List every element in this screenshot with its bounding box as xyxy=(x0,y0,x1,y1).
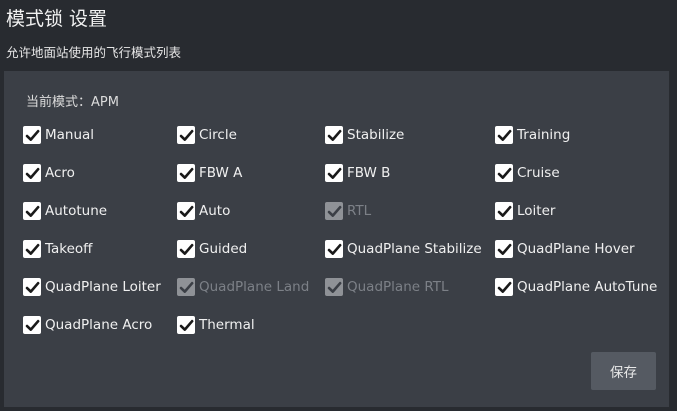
check-mark-icon xyxy=(179,129,193,141)
check-mark-icon xyxy=(497,243,511,255)
mode-checkbox-quadplane-acro[interactable]: QuadPlane Acro xyxy=(23,314,152,336)
mode-label: Guided xyxy=(199,241,248,257)
checkbox-icon xyxy=(177,164,195,182)
mode-checkbox-stabilize[interactable]: Stabilize xyxy=(325,124,404,146)
mode-checkbox-thermal[interactable]: Thermal xyxy=(177,314,255,336)
mode-label: QuadPlane Land xyxy=(199,279,310,295)
mode-label: QuadPlane Stabilize xyxy=(347,241,482,257)
checkbox-icon xyxy=(23,202,41,220)
mode-checkbox-quadplane-land: QuadPlane Land xyxy=(177,276,309,298)
check-mark-icon xyxy=(25,281,39,293)
checkbox-icon xyxy=(325,240,343,258)
mode-checkbox-circle[interactable]: Circle xyxy=(177,124,237,146)
checkbox-icon xyxy=(325,164,343,182)
mode-checkbox-takeoff[interactable]: Takeoff xyxy=(23,238,93,260)
check-mark-icon xyxy=(25,319,39,331)
check-mark-icon xyxy=(25,243,39,255)
check-mark-icon xyxy=(179,281,193,293)
check-mark-icon xyxy=(179,205,193,217)
mode-checkbox-acro[interactable]: Acro xyxy=(23,162,75,184)
check-mark-icon xyxy=(327,167,341,179)
mode-label: QuadPlane RTL xyxy=(347,279,449,295)
mode-label: Thermal xyxy=(199,317,255,333)
checkbox-icon xyxy=(23,240,41,258)
checkbox-icon xyxy=(495,164,513,182)
checkbox-icon xyxy=(177,278,195,296)
mode-label: Loiter xyxy=(517,203,556,219)
checkbox-icon xyxy=(325,278,343,296)
mode-label: Acro xyxy=(45,165,75,181)
mode-checkbox-guided[interactable]: Guided xyxy=(177,238,247,260)
mode-checkbox-quadplane-stabilize[interactable]: QuadPlane Stabilize xyxy=(325,238,482,260)
mode-checkbox-quadplane-rtl: QuadPlane RTL xyxy=(325,276,449,298)
mode-label: Auto xyxy=(199,203,231,219)
check-mark-icon xyxy=(497,205,511,217)
mode-panel: 当前模式：APM Manual Circle Stabilize Training Ac… xyxy=(4,71,669,407)
mode-checkbox-loiter[interactable]: Loiter xyxy=(495,200,555,222)
checkbox-icon xyxy=(495,278,513,296)
mode-label: QuadPlane AutoTune xyxy=(517,279,658,295)
checkbox-icon xyxy=(23,126,41,144)
check-mark-icon xyxy=(25,129,39,141)
mode-checkbox-rtl: RTL xyxy=(325,200,371,222)
check-mark-icon xyxy=(497,281,511,293)
mode-lock-dialog: 模式锁 设置 允许地面站使用的飞行模式列表 当前模式：APM Manual Cir… xyxy=(0,0,677,411)
mode-checkbox-cruise[interactable]: Cruise xyxy=(495,162,560,184)
mode-label: FBW A xyxy=(199,165,243,181)
checkbox-icon xyxy=(495,202,513,220)
check-mark-icon xyxy=(179,243,193,255)
check-mark-icon xyxy=(179,319,193,331)
check-mark-icon xyxy=(327,205,341,217)
mode-label: Training xyxy=(517,127,571,143)
mode-label: Cruise xyxy=(517,165,560,181)
mode-label: QuadPlane Acro xyxy=(45,317,153,333)
check-mark-icon xyxy=(25,205,39,217)
mode-label: Autotune xyxy=(45,203,108,219)
mode-checkbox-training[interactable]: Training xyxy=(495,124,570,146)
checkbox-icon xyxy=(23,278,41,296)
check-mark-icon xyxy=(497,129,511,141)
checkbox-icon xyxy=(495,126,513,144)
checkbox-icon xyxy=(177,126,195,144)
check-mark-icon xyxy=(327,129,341,141)
check-mark-icon xyxy=(497,167,511,179)
mode-label: Circle xyxy=(199,127,237,143)
dialog-title: 模式锁 设置 xyxy=(6,8,108,30)
mode-label: Takeoff xyxy=(45,241,93,257)
mode-checkbox-autotune[interactable]: Autotune xyxy=(23,200,107,222)
checkbox-icon xyxy=(23,316,41,334)
mode-label: QuadPlane Loiter xyxy=(45,279,161,295)
dialog-subtitle: 允许地面站使用的飞行模式列表 xyxy=(6,45,182,60)
mode-label: QuadPlane Hover xyxy=(517,241,635,257)
checkbox-icon xyxy=(177,240,195,258)
mode-checkbox-quadplane-autotune[interactable]: QuadPlane AutoTune xyxy=(495,276,657,298)
mode-checkbox-auto[interactable]: Auto xyxy=(177,200,230,222)
mode-label: Stabilize xyxy=(347,127,405,143)
mode-checkbox-quadplane-hover[interactable]: QuadPlane Hover xyxy=(495,238,635,260)
checkbox-icon xyxy=(177,316,195,334)
check-mark-icon xyxy=(179,167,193,179)
check-mark-icon xyxy=(327,243,341,255)
mode-label: Manual xyxy=(45,127,95,143)
mode-checkbox-fbw-a[interactable]: FBW A xyxy=(177,162,242,184)
current-mode-label: 当前模式：APM xyxy=(26,95,119,110)
mode-checkbox-quadplane-loiter[interactable]: QuadPlane Loiter xyxy=(23,276,161,298)
mode-label: RTL xyxy=(347,203,372,219)
checkbox-icon xyxy=(325,126,343,144)
check-mark-icon xyxy=(327,281,341,293)
save-button[interactable]: 保存 xyxy=(591,352,656,390)
checkbox-icon xyxy=(495,240,513,258)
mode-checkbox-fbw-b[interactable]: FBW B xyxy=(325,162,390,184)
mode-label: FBW B xyxy=(347,165,391,181)
mode-checkbox-manual[interactable]: Manual xyxy=(23,124,94,146)
checkbox-icon xyxy=(23,164,41,182)
check-mark-icon xyxy=(25,167,39,179)
checkbox-icon xyxy=(177,202,195,220)
checkbox-icon xyxy=(325,202,343,220)
